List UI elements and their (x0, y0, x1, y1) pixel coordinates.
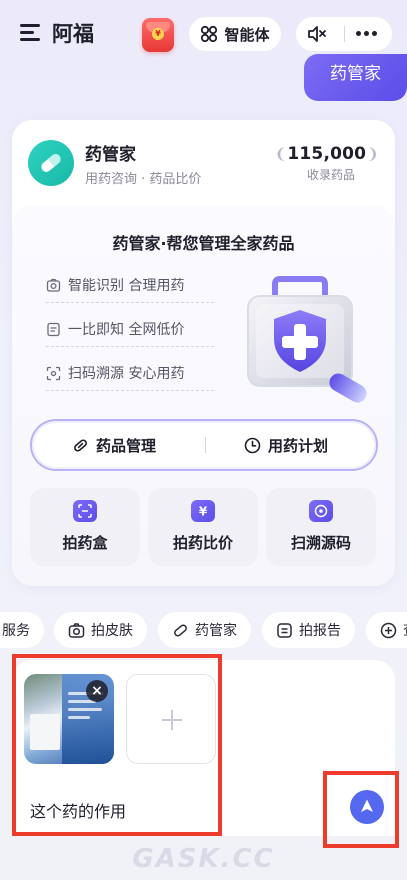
laurel-right-icon: ❩ (366, 145, 379, 163)
drug-count-label: 收录药品 (306, 168, 355, 182)
pill-logo-icon (28, 140, 74, 186)
red-packet-icon[interactable]: ¥ (142, 18, 174, 52)
chip-more[interactable]: 查 (366, 612, 407, 648)
control-pill (296, 17, 392, 51)
agent-button[interactable]: 智能体 (189, 17, 281, 51)
drug-management-button[interactable]: 药品管理 (72, 421, 156, 469)
medication-plan-button[interactable]: 用药计划 (244, 421, 328, 469)
card-header[interactable]: 药管家 用药咨询 · 药品比价 ❨115,000❩ 收录药品 (12, 120, 395, 206)
drug-manager-card: 药管家 用药咨询 · 药品比价 ❨115,000❩ 收录药品 药管家·帮您管理全… (12, 120, 395, 586)
card-title: 药管家 (85, 145, 136, 165)
card-subtitle: 用药咨询 · 药品比价 (85, 172, 202, 187)
photo-drug-box-button[interactable]: 拍药盒 (30, 488, 140, 566)
feature-trace: 扫码溯源 安心用药 (46, 362, 184, 384)
laurel-left-icon: ❨ (274, 145, 288, 163)
chip-photo-skin[interactable]: 拍皮肤 (54, 612, 147, 648)
clock-icon (244, 437, 261, 453)
grid-icon (201, 25, 218, 43)
app-title: 阿福 (52, 22, 94, 46)
feature-compare: 一比即知 全网低价 (46, 318, 184, 340)
chip-photo-report[interactable]: 拍报告 (262, 612, 355, 648)
promo-title: 药管家·帮您管理全家药品 (112, 234, 295, 253)
scan-icon (46, 366, 61, 380)
photo-price-compare-button[interactable]: ¥ 拍药比价 (148, 488, 258, 566)
pill-icon (174, 624, 187, 636)
scan-trace-code-button[interactable]: 扫溯源码 (266, 488, 376, 566)
highlight-box-attachment (12, 654, 222, 836)
svg-text:¥: ¥ (199, 505, 208, 519)
agent-label: 智能体 (224, 25, 270, 44)
medicine-box-illustration (247, 276, 367, 403)
more-dots-icon[interactable] (354, 31, 380, 37)
menu-icon[interactable] (20, 24, 40, 42)
report-icon (277, 622, 292, 638)
chip-drug-manager[interactable]: 药管家 (158, 612, 251, 648)
drug-count: ❨115,000❩ (274, 144, 379, 164)
yuan-icon: ¥ (191, 500, 215, 522)
camera-icon (46, 278, 61, 292)
watermark: GASK.CC (132, 844, 275, 874)
speaker-mute-icon[interactable] (306, 24, 328, 44)
agent-tag-button[interactable]: 药管家 (304, 54, 407, 101)
quick-chips: 服务 拍皮肤 药管家 拍报告 查 (0, 612, 407, 648)
add-circle-icon (380, 622, 397, 638)
target-icon (309, 500, 333, 522)
camera-icon (68, 622, 85, 638)
scan-frame-icon (73, 500, 97, 522)
highlight-box-send (323, 771, 399, 848)
action-bar: 药品管理 用药计划 (30, 419, 378, 471)
document-icon (47, 322, 60, 336)
pill-icon (74, 438, 87, 452)
promo-panel: 药管家·帮您管理全家药品 智能识别 合理用药 一比即知 全网低价 扫码溯源 安心… (12, 206, 395, 586)
chip-service[interactable]: 服务 (0, 612, 44, 648)
feature-recognize: 智能识别 合理用药 (46, 274, 184, 296)
